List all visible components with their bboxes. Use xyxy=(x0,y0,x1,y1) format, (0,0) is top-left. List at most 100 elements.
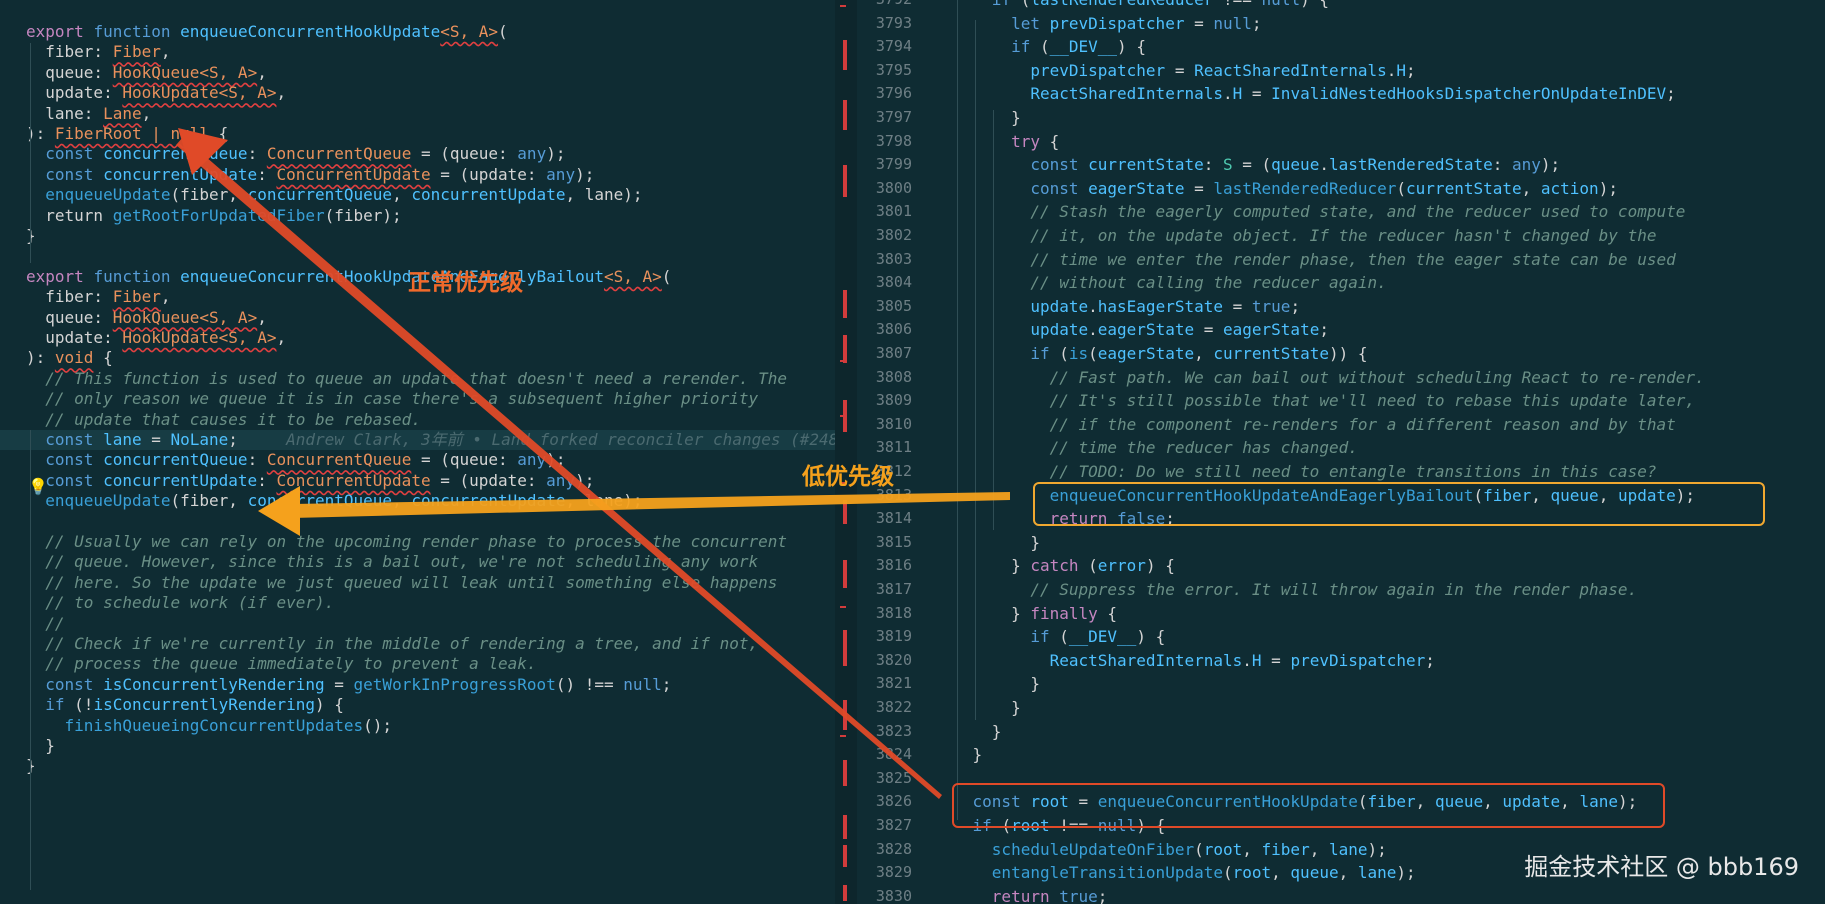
code-token: update: xyxy=(26,83,123,103)
code-line[interactable]: const concurrentQueue: ConcurrentQueue =… xyxy=(0,450,835,470)
code-line[interactable]: // only reason we queue it is in case th… xyxy=(0,389,835,409)
code-text: // time we enter the render phase, then … xyxy=(934,248,1675,272)
code-line[interactable]: 3795 prevDispatcher = ReactSharedInterna… xyxy=(857,59,1825,83)
code-line[interactable]: } xyxy=(0,226,835,246)
lightbulb-icon[interactable]: 💡 xyxy=(28,477,48,496)
code-line[interactable]: // This function is used to queue an upd… xyxy=(0,369,835,389)
code-line[interactable]: 3830 return true; xyxy=(857,885,1825,904)
code-line[interactable]: // here. So the update we just queued wi… xyxy=(0,573,835,593)
code-line[interactable]: 3812 // TODO: Do we still need to entang… xyxy=(857,460,1825,484)
right-editor[interactable]: 3792 if (lastRenderedReducer !== null) {… xyxy=(857,0,1825,904)
code-line[interactable]: export function enqueueConcurrentHookUpd… xyxy=(0,22,835,42)
code-token: } xyxy=(934,108,1021,127)
code-line[interactable]: 3824 } xyxy=(857,743,1825,767)
code-text: if (!isConcurrentlyRendering) { xyxy=(26,695,344,715)
code-token: enqueueUpdate xyxy=(45,185,171,205)
code-line[interactable]: if (!isConcurrentlyRendering) { xyxy=(0,695,835,715)
code-line[interactable]: 3820 ReactSharedInternals.H = prevDispat… xyxy=(857,649,1825,673)
change-marker xyxy=(840,415,846,417)
code-line[interactable]: 3800 const eagerState = lastRenderedRedu… xyxy=(857,177,1825,201)
code-token: = (queue: xyxy=(411,144,518,164)
code-token: } xyxy=(934,603,1031,623)
code-line[interactable]: 3808 // Fast path. We can bail out witho… xyxy=(857,366,1825,390)
code-token: concurrentQueue xyxy=(247,185,393,205)
code-line[interactable]: finishQueueingConcurrentUpdates(); xyxy=(0,716,835,736)
code-line[interactable]: 3817 // Suppress the error. It will thro… xyxy=(857,578,1825,602)
code-line[interactable]: 3816 } catch (error) { xyxy=(857,554,1825,578)
code-line[interactable]: const lane = NoLane; Andrew Clark, 3年前 •… xyxy=(0,430,835,451)
change-marker xyxy=(843,845,847,867)
code-line[interactable]: return getRootForUpdatedFiber(fiber); xyxy=(0,206,835,226)
code-line[interactable]: // Usually we can rely on the upcoming r… xyxy=(0,532,835,552)
code-token: if xyxy=(1030,344,1060,363)
code-line[interactable]: 3809 // It's still possible that we'll n… xyxy=(857,389,1825,413)
code-line[interactable]: 3796 ReactSharedInternals.H = InvalidNes… xyxy=(857,82,1825,106)
code-line[interactable]: const concurrentUpdate: ConcurrentUpdate… xyxy=(0,165,835,185)
code-line[interactable]: 3822 } xyxy=(857,696,1825,720)
code-line[interactable]: 3792 if (lastRenderedReducer !== null) { xyxy=(857,0,1825,12)
change-marker xyxy=(843,885,847,901)
code-line[interactable]: 3806 update.eagerState = eagerState; xyxy=(857,318,1825,342)
watermark: 掘金技术社区 @ bbb169 xyxy=(1524,853,1799,881)
code-text: ): FiberRoot | null { xyxy=(26,124,228,144)
code-token: ( xyxy=(1088,556,1098,576)
code-line[interactable]: const isConcurrentlyRendering = getWorkI… xyxy=(0,675,835,695)
code-line[interactable]: 3819 if (__DEV__) { xyxy=(857,625,1825,649)
code-line[interactable]: 3810 // if the component re-renders for … xyxy=(857,413,1825,437)
code-token: ( xyxy=(1088,344,1098,363)
code-token: any xyxy=(546,164,576,184)
code-line[interactable]: 3802 // it, on the update object. If the… xyxy=(857,224,1825,248)
code-line[interactable]: ): FiberRoot | null { xyxy=(0,124,835,144)
code-line[interactable]: ): void { xyxy=(0,348,835,368)
code-line[interactable]: 3815 } xyxy=(857,531,1825,555)
left-editor[interactable]: export function enqueueConcurrentHookUpd… xyxy=(0,0,835,904)
code-text: // This function is used to queue an upd… xyxy=(26,369,787,389)
code-line[interactable]: update: HookUpdate<S, A>, xyxy=(0,83,835,103)
code-line[interactable]: 3798 try { xyxy=(857,130,1825,154)
code-line[interactable]: 3821 } xyxy=(857,672,1825,696)
code-line[interactable]: 3823 } xyxy=(857,720,1825,744)
code-line[interactable]: queue: HookQueue<S, A>, xyxy=(0,308,835,328)
code-line[interactable]: // process the queue immediately to prev… xyxy=(0,654,835,674)
code-line[interactable]: 3793 let prevDispatcher = null; xyxy=(857,12,1825,36)
code-line[interactable]: const concurrentQueue: ConcurrentQueue =… xyxy=(0,144,835,164)
code-line[interactable] xyxy=(0,512,835,532)
code-line[interactable]: } xyxy=(0,756,835,776)
code-line[interactable]: 3818 } finally { xyxy=(857,602,1825,626)
code-line[interactable]: } xyxy=(0,736,835,756)
code-line[interactable]: queue: HookQueue<S, A>, xyxy=(0,63,835,83)
code-line[interactable]: fiber: Fiber, xyxy=(0,42,835,62)
code-token: eagerState xyxy=(1097,320,1195,340)
code-line[interactable]: update: HookUpdate<S, A>, xyxy=(0,328,835,348)
code-line[interactable]: const concurrentUpdate: ConcurrentUpdate… xyxy=(0,471,835,491)
change-marker xyxy=(843,335,847,363)
code-line[interactable]: // Check if we're currently in the middl… xyxy=(0,634,835,654)
code-line[interactable]: // update that causes it to be rebased. xyxy=(0,410,835,430)
code-token: NoLane xyxy=(170,430,229,449)
change-marker xyxy=(840,606,846,608)
code-line[interactable]: enqueueUpdate(fiber, concurrentQueue, co… xyxy=(0,491,835,511)
code-token: prevDispatcher xyxy=(1030,60,1166,80)
code-token: HookQueue<S, A> xyxy=(112,62,258,82)
code-line[interactable]: // xyxy=(0,614,835,634)
code-line[interactable]: 3801 // Stash the eagerly computed state… xyxy=(857,200,1825,224)
code-line[interactable]: // queue. However, since this is a bail … xyxy=(0,552,835,572)
code-line[interactable]: 3805 update.hasEagerState = true; xyxy=(857,295,1825,319)
code-line[interactable]: 3794 if (__DEV__) { xyxy=(857,35,1825,59)
code-line[interactable]: 3803 // time we enter the render phase, … xyxy=(857,248,1825,272)
code-token: : xyxy=(257,164,277,184)
code-line[interactable]: // to schedule work (if ever). xyxy=(0,593,835,613)
code-line[interactable]: 3797 } xyxy=(857,106,1825,130)
code-token: ConcurrentQueue xyxy=(266,144,412,164)
code-line[interactable]: 3804 // without calling the reducer agai… xyxy=(857,271,1825,295)
code-line[interactable]: 3811 // time the reducer has changed. xyxy=(857,436,1825,460)
code-line[interactable]: 3807 if (is(eagerState, currentState)) { xyxy=(857,342,1825,366)
code-text: const concurrentQueue: ConcurrentQueue =… xyxy=(26,144,565,164)
code-token: , xyxy=(276,328,287,347)
code-line[interactable]: enqueueUpdate(fiber, concurrentQueue, co… xyxy=(0,185,835,205)
code-line[interactable]: lane: Lane, xyxy=(0,104,835,124)
code-line[interactable]: 3799 const currentState: S = (queue.last… xyxy=(857,153,1825,177)
code-token: ( xyxy=(1021,0,1031,9)
